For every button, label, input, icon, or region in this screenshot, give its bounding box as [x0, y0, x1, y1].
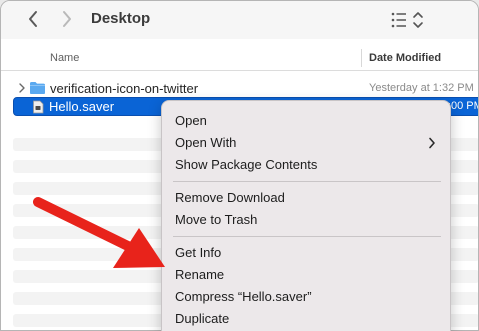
chevron-left-icon — [29, 11, 37, 27]
forward-button[interactable] — [56, 8, 78, 30]
date-modified-column-header[interactable]: Date Modified — [369, 52, 441, 64]
menu-item-rename[interactable]: Rename — [175, 267, 224, 282]
back-button[interactable] — [22, 8, 44, 30]
toolbar: Desktop — [1, 1, 478, 39]
context-menu: Open Open With Show Package Contents Rem… — [161, 100, 451, 331]
window-title: Desktop — [91, 10, 151, 27]
chevron-right-icon — [63, 11, 71, 27]
file-row-folder[interactable]: verification-icon-on-twitter Yesterday a… — [1, 80, 478, 98]
menu-item-get-info[interactable]: Get Info — [175, 245, 221, 260]
disclosure-triangle-icon[interactable] — [18, 83, 26, 93]
menu-item-open[interactable]: Open — [175, 113, 207, 128]
screensaver-file-icon — [33, 100, 44, 114]
menu-item-duplicate[interactable]: Duplicate — [175, 311, 229, 326]
file-date: Yesterday at 1:32 PM — [369, 82, 474, 94]
column-header: Name Date Modified — [1, 45, 478, 71]
file-name: verification-icon-on-twitter — [50, 81, 199, 96]
menu-separator — [173, 236, 441, 237]
view-options-button[interactable] — [389, 10, 429, 30]
column-divider[interactable] — [361, 49, 362, 67]
submenu-chevron-icon — [429, 137, 435, 149]
menu-item-remove-download[interactable]: Remove Download — [175, 190, 285, 205]
menu-separator — [173, 181, 441, 182]
menu-item-show-package-contents[interactable]: Show Package Contents — [175, 157, 317, 172]
folder-icon — [30, 82, 45, 94]
menu-item-move-to-trash[interactable]: Move to Trash — [175, 212, 257, 227]
name-column-header[interactable]: Name — [50, 52, 79, 64]
menu-item-open-with[interactable]: Open With — [175, 135, 236, 150]
menu-item-compress[interactable]: Compress “Hello.saver” — [175, 289, 312, 304]
file-name: Hello.saver — [49, 99, 115, 114]
list-view-icon — [391, 12, 423, 28]
